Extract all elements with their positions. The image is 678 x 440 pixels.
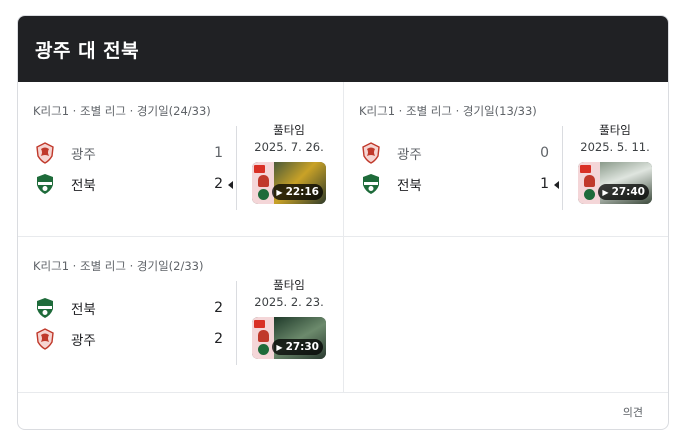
thumbnail-emblem-panel: [578, 162, 600, 204]
highlight-video-thumbnail[interactable]: ▶ 22:16: [252, 162, 326, 204]
league-info: K리그1 · 조별 리그 · 경기일(2/33): [33, 259, 204, 273]
jeonbuk-logo-icon: [33, 296, 57, 320]
team-score: 0: [540, 145, 549, 161]
team-row-home: 전북 2: [33, 293, 233, 323]
card-footer: 의견: [18, 392, 668, 429]
video-duration: 27:30: [285, 341, 319, 353]
live-tag: [254, 165, 265, 173]
match-status: 풀타임: [273, 278, 305, 292]
team-row-away: 전북 2: [33, 169, 233, 199]
team-name: 전북: [397, 178, 422, 194]
highlight-video-thumbnail[interactable]: ▶ 27:40: [578, 162, 652, 204]
page-title: 광주 대 전북: [35, 39, 140, 62]
card-header: 광주 대 전북: [18, 16, 668, 82]
team-row-home: 광주 1: [33, 138, 233, 168]
match-date: 2025. 5. 11.: [580, 140, 650, 154]
empty-cell: [344, 237, 668, 392]
jeonbuk-logo-icon: [258, 189, 269, 200]
gwangju-fc-logo-icon: [33, 141, 57, 165]
winner-arrow-icon: [228, 181, 233, 189]
match-date: 2025. 2. 23.: [254, 295, 324, 309]
team-row-away: 전북 1: [359, 169, 559, 199]
video-duration: 27:40: [611, 186, 645, 198]
jeonbuk-logo-icon: [33, 172, 57, 196]
play-icon: ▶: [602, 187, 609, 197]
team-row-away: 광주 2: [33, 324, 233, 354]
team-name: 광주: [397, 147, 422, 163]
feedback-link[interactable]: 의견: [623, 404, 643, 420]
team-row-home: 광주 0: [359, 138, 559, 168]
jeonbuk-logo-icon: [584, 189, 595, 200]
play-icon: ▶: [276, 187, 283, 197]
jeonbuk-logo-icon: [258, 344, 269, 355]
jeonbuk-logo-icon: [359, 172, 383, 196]
team-score: 1: [214, 145, 223, 161]
team-name: 전북: [71, 178, 96, 194]
play-icon: ▶: [276, 342, 283, 352]
league-info: K리그1 · 조별 리그 · 경기일(24/33): [33, 104, 211, 118]
divider: [562, 126, 563, 210]
team-name: 전북: [71, 302, 96, 318]
gwangju-fc-logo-icon: [359, 141, 383, 165]
team-name: 광주: [71, 333, 96, 349]
video-duration: 22:16: [285, 186, 319, 198]
video-duration-badge: ▶ 27:40: [598, 184, 649, 200]
gwangju-fc-logo-icon: [258, 330, 269, 342]
team-score: 1: [540, 176, 549, 192]
gwangju-fc-logo-icon: [258, 175, 269, 187]
live-tag: [254, 320, 265, 328]
divider: [236, 281, 237, 365]
team-score: 2: [214, 176, 223, 192]
match-grid: K리그1 · 조별 리그 · 경기일(24/33) 광주 1 전북 2 풀타임 …: [18, 82, 668, 392]
winner-arrow-icon: [554, 181, 559, 189]
gwangju-fc-logo-icon: [33, 327, 57, 351]
live-tag: [580, 165, 591, 173]
league-info: K리그1 · 조별 리그 · 경기일(13/33): [359, 104, 537, 118]
team-score: 2: [214, 331, 223, 347]
thumbnail-emblem-panel: [252, 162, 274, 204]
match-card[interactable]: K리그1 · 조별 리그 · 경기일(13/33) 광주 0 전북 1 풀타임 …: [344, 82, 668, 237]
match-status: 풀타임: [599, 123, 631, 137]
match-status: 풀타임: [273, 123, 305, 137]
divider: [236, 126, 237, 210]
thumbnail-emblem-panel: [252, 317, 274, 359]
team-name: 광주: [71, 147, 96, 163]
match-card[interactable]: K리그1 · 조별 리그 · 경기일(2/33) 전북 2 광주 2 풀타임 2…: [18, 237, 344, 392]
video-duration-badge: ▶ 27:30: [272, 339, 323, 355]
match-results-card: 광주 대 전북 K리그1 · 조별 리그 · 경기일(24/33) 광주 1 전…: [17, 15, 669, 430]
match-date: 2025. 7. 26.: [254, 140, 324, 154]
team-score: 2: [214, 300, 223, 316]
match-card[interactable]: K리그1 · 조별 리그 · 경기일(24/33) 광주 1 전북 2 풀타임 …: [18, 82, 344, 237]
highlight-video-thumbnail[interactable]: ▶ 27:30: [252, 317, 326, 359]
video-duration-badge: ▶ 22:16: [272, 184, 323, 200]
gwangju-fc-logo-icon: [584, 175, 595, 187]
